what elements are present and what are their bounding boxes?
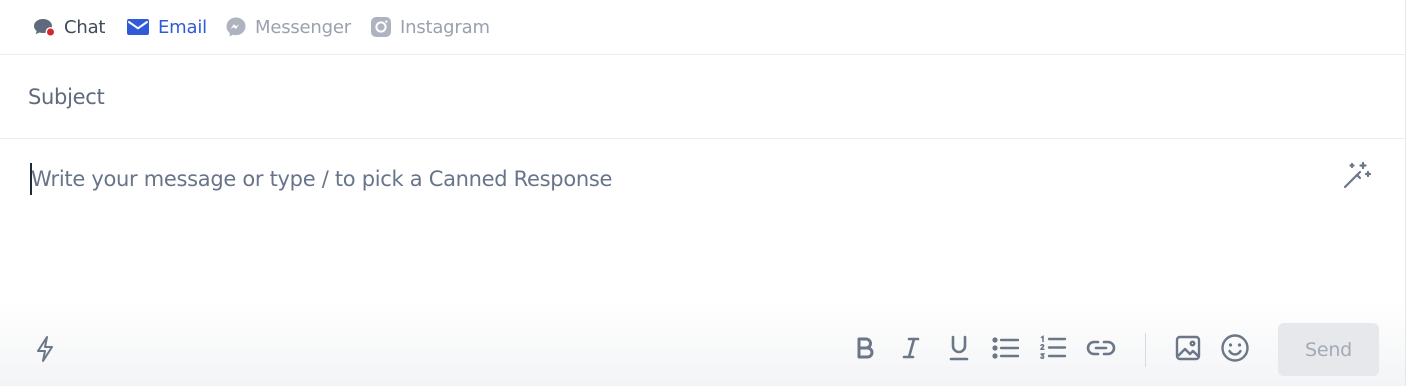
send-button[interactable]: Send [1278, 323, 1379, 376]
subject-input[interactable] [28, 81, 1368, 113]
bold-icon [854, 336, 876, 360]
notification-dot [45, 27, 56, 37]
envelope-icon [126, 17, 150, 37]
insert-image-button[interactable] [1172, 332, 1204, 364]
tab-messenger-label: Messenger [255, 16, 351, 38]
instagram-icon [370, 16, 392, 38]
messenger-icon [225, 16, 247, 38]
bulleted-list-icon [992, 336, 1020, 360]
tab-instagram[interactable]: Instagram [370, 14, 490, 40]
numbered-list-button[interactable] [1037, 332, 1069, 364]
link-button[interactable] [1085, 332, 1117, 364]
reply-composer: Chat Email Messenger Instagram Subject W… [0, 0, 1406, 386]
tab-messenger[interactable]: Messenger [225, 14, 351, 40]
underline-icon [947, 334, 971, 362]
lightning-bolt-icon [34, 335, 56, 363]
bold-button[interactable] [849, 332, 881, 364]
emoji-icon [1220, 333, 1250, 363]
toolbar-divider [1145, 333, 1146, 367]
ai-assist-button[interactable] [1338, 160, 1374, 196]
composer-toolbar: Send [0, 300, 1405, 386]
magic-wand-icon [1340, 160, 1372, 196]
channel-tabs: Chat Email Messenger Instagram [0, 0, 1405, 55]
tab-chat[interactable]: Chat [32, 14, 105, 40]
shortcuts-button[interactable] [29, 333, 61, 365]
tab-chat-label: Chat [64, 16, 106, 38]
subject-row [0, 55, 1405, 139]
emoji-button[interactable] [1219, 332, 1251, 364]
tab-email[interactable]: Email [126, 14, 207, 40]
italic-icon [900, 336, 922, 360]
bulleted-list-button[interactable] [990, 332, 1022, 364]
image-icon [1174, 334, 1202, 362]
underline-button[interactable] [943, 332, 975, 364]
chat-bubble-icon [32, 16, 56, 38]
italic-button[interactable] [895, 332, 927, 364]
link-icon [1086, 338, 1116, 358]
tab-email-label: Email [158, 16, 207, 38]
numbered-list-icon [1039, 335, 1067, 361]
message-area [0, 139, 1405, 319]
tab-instagram-label: Instagram [400, 16, 490, 38]
message-input[interactable] [31, 163, 1321, 195]
